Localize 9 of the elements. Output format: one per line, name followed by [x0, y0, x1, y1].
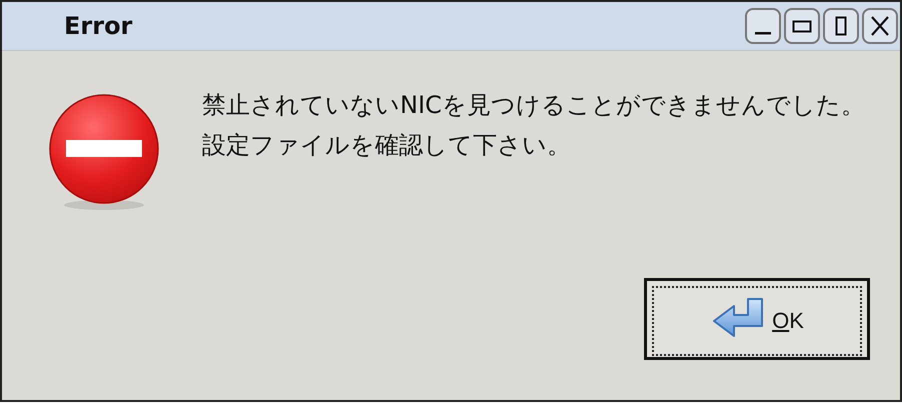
shade-button[interactable] — [823, 8, 859, 44]
error-message: 禁止されていないNICを見つけることができませんでした。設定ファイルを確認して下さい。 — [202, 90, 866, 161]
ok-button[interactable]: OK — [644, 278, 870, 360]
close-button[interactable] — [862, 8, 898, 44]
window-title: Error — [64, 12, 132, 40]
minimize-button[interactable] — [745, 8, 781, 44]
minimize-icon — [755, 32, 771, 34]
maximize-button[interactable] — [784, 8, 820, 44]
close-icon — [869, 15, 891, 37]
